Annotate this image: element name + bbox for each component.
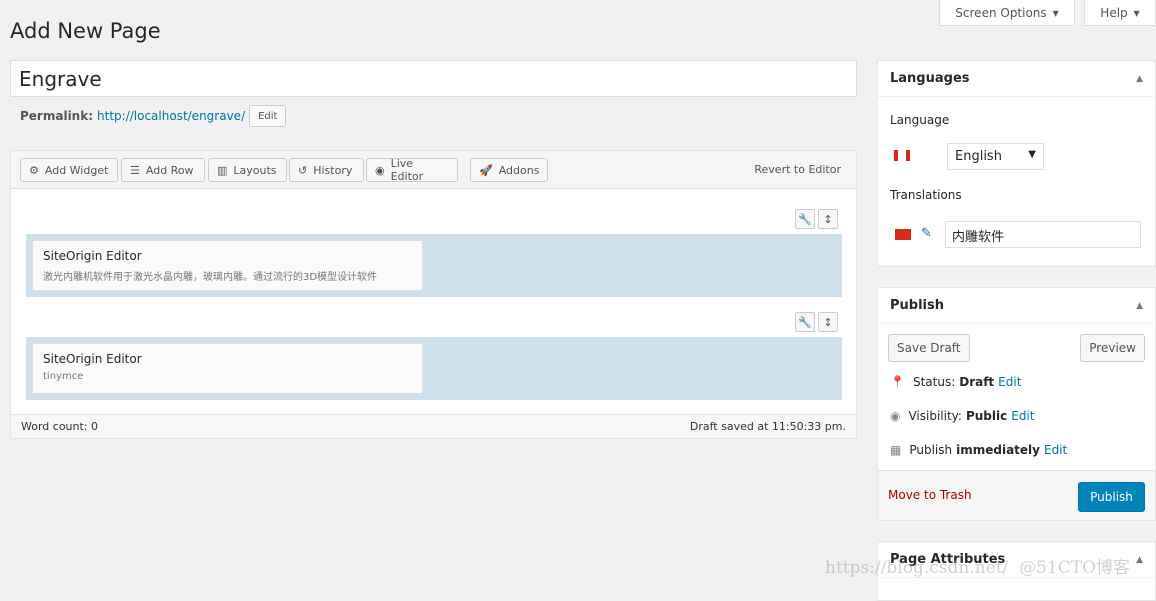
history-label: History [313,163,353,177]
builder-toolbar: ⚙ Add Widget ☰ Add Row ▥ Layouts ↺ History ◉… [11,151,856,189]
empty-cell[interactable] [439,234,842,297]
widget-description: tinymce [43,371,84,382]
eye-icon: ◉ [890,409,901,423]
collapse-icon[interactable]: ▲ [1136,74,1143,84]
revert-to-editor-link[interactable]: Revert to Editor [754,163,841,176]
rocket-icon: 🚀 [479,163,493,177]
calendar-icon: ▦ [890,443,902,457]
permalink-edit-button[interactable]: Edit [249,105,287,127]
layout-icon: ▥ [217,163,228,177]
publish-date-edit-link[interactable]: Edit [1044,443,1067,457]
history-icon: ↺ [298,163,308,177]
widget-description: 激光内雕机软件用于激光水晶内雕，玻璃内雕。通过流行的3D模型设计软件 [43,272,378,283]
language-value: English [955,149,1002,164]
publish-button[interactable]: Publish [1078,482,1145,512]
add-row-label: Add Row [145,163,194,177]
pin-icon: 📍 [890,375,905,389]
publish-label: Publish [909,443,953,457]
visibility-edit-link[interactable]: Edit [1011,409,1034,423]
language-label: Language [890,113,950,127]
canada-flag-icon [894,150,910,161]
row-edit-wrench-icon[interactable]: 🔧 [795,312,815,332]
history-button[interactable]: ↺ History [289,158,364,182]
builder-row: SiteOrigin Editor 激光内雕机软件用于激光水晶内雕，玻璃内雕。通过… [26,234,842,297]
watermark: https://blog.csdn.net/ @51CTO博客 [825,558,1131,578]
publish-box: Publish ▲ Save Draft Preview 📍 Status: Draf… [877,287,1156,521]
widget[interactable]: SiteOrigin Editor tinymce [32,343,423,394]
addons-button[interactable]: 🚀 Addons [470,158,548,182]
live-editor-button[interactable]: ◉ Live Editor [366,157,458,183]
word-count: Word count: 0 [21,420,99,433]
help-label: Help [1100,5,1128,20]
draft-saved-status: Draft saved at 11:50:33 pm. [689,420,846,433]
move-to-trash-link[interactable]: Move to Trash [888,488,972,502]
permalink-label: Permalink: [20,109,94,123]
collapse-icon[interactable]: ▲ [1136,301,1143,311]
translation-input[interactable]: 内雕软件 [945,221,1141,248]
title-input[interactable]: Engrave [10,60,857,97]
screen-options-button[interactable]: Screen Options ▾ [939,0,1075,26]
permalink-link[interactable]: http://localhost/engrave/ [97,109,245,123]
menu-icon: ☰ [130,163,140,177]
row-edit-wrench-icon[interactable]: 🔧 [795,209,815,229]
add-row-button[interactable]: ☰ Add Row [121,158,205,182]
page-title: Add New Page [10,19,161,43]
help-button[interactable]: Help ▾ [1084,0,1156,26]
eye-icon: ◉ [375,163,385,177]
empty-cell[interactable] [439,337,842,400]
builder-row: SiteOrigin Editor tinymce [26,337,842,400]
screen-options-label: Screen Options [955,5,1047,20]
caret-down-icon: ▾ [1052,5,1059,20]
visibility-label: Visibility: [908,409,962,423]
status-edit-link[interactable]: Edit [998,375,1021,389]
caret-down-icon: ▼ [1028,149,1036,160]
page-builder: ⚙ Add Widget ☰ Add Row ▥ Layouts ↺ History ◉… [10,150,857,439]
collapse-icon[interactable]: ▲ [1136,555,1143,565]
save-draft-button[interactable]: Save Draft [888,334,970,362]
widget[interactable]: SiteOrigin Editor 激光内雕机软件用于激光水晶内雕，玻璃内雕。通过… [32,240,423,291]
add-widget-button[interactable]: ⚙ Add Widget [20,158,118,182]
preview-button[interactable]: Preview [1080,334,1145,362]
language-select[interactable]: English ▼ [947,143,1044,170]
publish-value: immediately [956,443,1040,457]
visibility-value: Public [965,409,1008,423]
status-value: Draft [959,375,995,389]
widget-title: SiteOrigin Editor [43,352,142,366]
gear-icon: ⚙ [29,163,39,177]
languages-box: Languages ▲ Language English ▼ Translation… [877,60,1156,267]
publish-title: Publish [890,298,944,313]
live-editor-label: Live Editor [390,157,424,183]
row-move-icon[interactable]: ↕ [818,312,838,332]
widget-title: SiteOrigin Editor [43,249,142,263]
layouts-button[interactable]: ▥ Layouts [208,158,287,182]
addons-label: Addons [498,163,540,177]
languages-title: Languages [890,71,970,86]
add-widget-label: Add Widget [44,163,109,177]
row-move-icon[interactable]: ↕ [818,209,838,229]
layouts-label: Layouts [233,163,277,177]
caret-down-icon: ▾ [1133,5,1140,20]
translations-label: Translations [890,188,962,202]
china-flag-icon [895,229,911,240]
status-label: Status: [912,375,956,389]
pencil-icon[interactable]: ✎ [921,226,932,241]
